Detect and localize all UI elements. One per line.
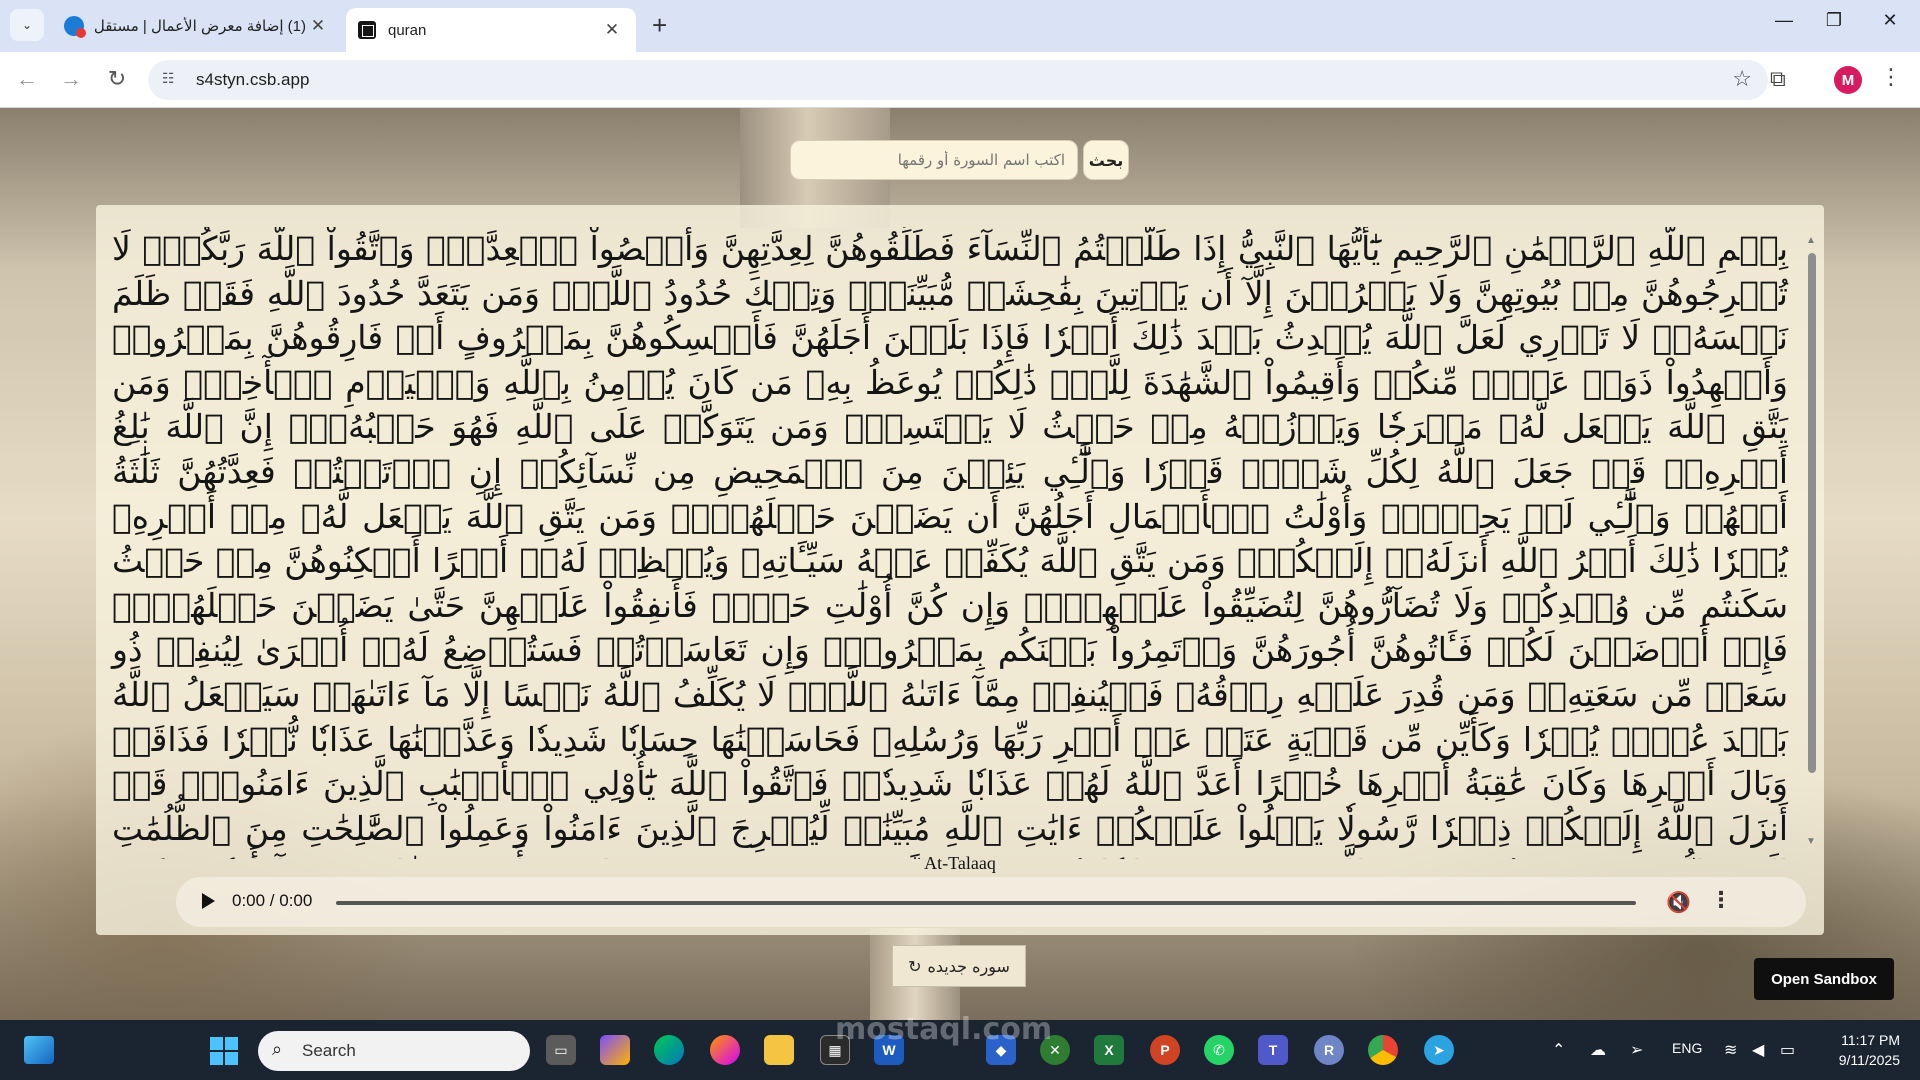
back-arrow-icon[interactable]: ←	[12, 65, 42, 95]
reload-icon[interactable]: ↻	[102, 65, 132, 95]
volume-icon[interactable]: ◀	[1752, 1040, 1764, 1060]
volume-icon[interactable]: 🔇	[1666, 890, 1691, 915]
address-bar[interactable]: ☷ s4styn.csb.app ☆	[148, 60, 1768, 100]
minimize-window-icon[interactable]: —	[1764, 10, 1804, 31]
teams-icon[interactable]: T	[1258, 1035, 1288, 1065]
new-surah-label: سوره جديده	[927, 956, 1010, 976]
whatsapp-icon[interactable]: ✆	[1204, 1035, 1234, 1065]
excel-icon[interactable]: X	[1094, 1035, 1124, 1065]
audio-time: 0:00 / 0:00	[232, 891, 313, 910]
audio-options-icon[interactable]: ⋮	[1710, 887, 1732, 913]
show-hidden-icons-icon[interactable]: ⌃	[1552, 1040, 1565, 1060]
tab-quran[interactable]: quran ✕	[346, 8, 636, 52]
clock-date: 9/11/2025	[1838, 1052, 1900, 1068]
open-sandbox-button[interactable]: Open Sandbox	[1754, 958, 1894, 1000]
file-explorer-icon[interactable]	[764, 1035, 794, 1065]
task-view-icon[interactable]: ▭	[546, 1035, 576, 1065]
surah-name: At-Talaaq	[924, 853, 996, 873]
firefox-icon[interactable]	[710, 1035, 740, 1065]
r-app-icon[interactable]: R	[1314, 1035, 1344, 1065]
audio-player[interactable]: 0:00 / 0:00 🔇 ⋮	[176, 877, 1806, 927]
restore-window-icon[interactable]: ❐	[1814, 10, 1854, 31]
tab-search-button[interactable]: ⌄	[10, 9, 44, 41]
scroll-down-arrow-icon[interactable]: ▼	[1806, 836, 1816, 847]
mostaql-favicon-icon	[64, 16, 86, 38]
telegram-icon[interactable]: ➤	[1424, 1035, 1454, 1065]
surah-card: بِسۡمِ ٱللَّهِ ٱلرَّحۡمَٰنِ ٱلرَّحِيمِ ي…	[96, 205, 1824, 935]
browser-tab-bar: ⌄ (1) إضافة معرض الأعمال | مستقل ✕ quran…	[0, 0, 1920, 52]
search-button[interactable]: بحث	[1083, 140, 1129, 180]
forward-arrow-icon[interactable]: →	[56, 65, 86, 95]
close-tab-icon[interactable]: ✕	[306, 16, 330, 36]
widgets-icon[interactable]	[24, 1036, 54, 1064]
powerpoint-icon[interactable]: P	[1150, 1035, 1180, 1065]
close-tab-icon[interactable]: ✕	[600, 20, 624, 40]
taskbar-clock[interactable]: 11:17 PM 9/11/2025	[1820, 1030, 1900, 1070]
profile-avatar[interactable]: M	[1834, 66, 1862, 94]
location-icon[interactable]: ➢	[1630, 1040, 1643, 1060]
tab-mostaql[interactable]: (1) إضافة معرض الأعمال | مستقل ✕	[52, 8, 342, 44]
wifi-icon[interactable]: ≋	[1724, 1040, 1737, 1060]
language-indicator[interactable]: ENG	[1672, 1040, 1702, 1056]
codesandbox-favicon-icon	[358, 21, 376, 39]
scroll-up-arrow-icon[interactable]: ▲	[1806, 235, 1816, 246]
cloud-offline-icon[interactable]: ☁	[1590, 1040, 1606, 1060]
surah-verses-text: بِسۡمِ ٱللَّهِ ٱلرَّحۡمَٰنِ ٱلرَّحِيمِ ي…	[112, 229, 1788, 859]
audio-progress-track[interactable]	[336, 901, 1636, 905]
clock-time: 11:17 PM	[1841, 1032, 1900, 1048]
play-icon[interactable]	[202, 893, 215, 909]
site-info-icon[interactable]: ☷	[162, 70, 182, 90]
surah-search-input[interactable]	[790, 140, 1078, 180]
refresh-icon: ↻	[908, 956, 922, 976]
copilot-icon[interactable]	[600, 1035, 630, 1065]
taskbar-search-box[interactable]: ⌕ Search	[258, 1031, 530, 1071]
chrome-icon[interactable]	[1368, 1035, 1398, 1065]
extensions-icon[interactable]: ⧉	[1770, 66, 1786, 92]
page-viewport: بحث بِسۡمِ ٱللَّهِ ٱلرَّحۡمَٰنِ ٱلرَّحِي…	[0, 108, 1920, 1020]
watermark-text: mostaql.com	[835, 1012, 1053, 1047]
url-text: s4styn.csb.app	[196, 70, 310, 89]
tab-title: (1) إضافة معرض الأعمال | مستقل	[94, 18, 306, 35]
new-surah-button[interactable]: سوره جديده ↻	[892, 945, 1026, 987]
edge-browser-icon[interactable]	[654, 1035, 684, 1065]
tab-title: quran	[388, 21, 427, 39]
battery-icon[interactable]: ▭	[1780, 1040, 1795, 1060]
start-menu-icon[interactable]	[210, 1037, 238, 1065]
scrollbar-thumb[interactable]	[1808, 253, 1816, 773]
new-tab-button[interactable]: +	[652, 10, 667, 41]
browser-toolbar: ← → ↻ ☷ s4styn.csb.app ☆ ⧉ M ⋮	[0, 52, 1920, 108]
bookmark-star-icon[interactable]: ☆	[1732, 66, 1752, 92]
browser-menu-icon[interactable]: ⋮	[1880, 64, 1902, 90]
verses-scrollbar[interactable]: ▲ ▼	[1806, 235, 1818, 847]
close-window-icon[interactable]: ✕	[1870, 10, 1910, 31]
search-icon: ⌕	[272, 1039, 283, 1059]
taskbar-search-placeholder: Search	[302, 1041, 356, 1060]
